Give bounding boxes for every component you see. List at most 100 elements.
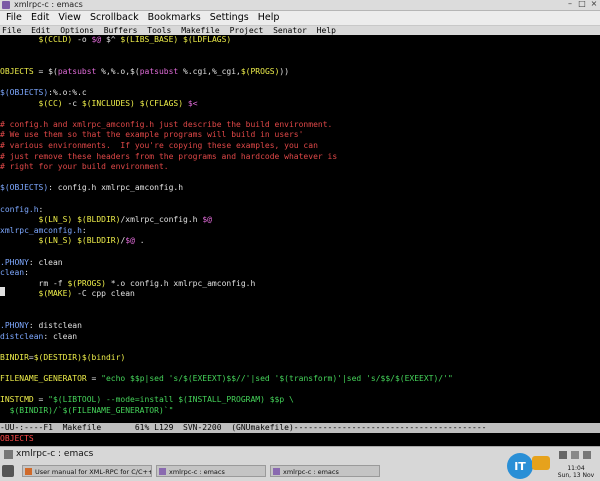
code-token: $(LIBS_BASE)	[120, 35, 179, 44]
logo-watermark: IT	[507, 453, 550, 479]
code-token: # just remove these headers from the pro…	[0, 151, 338, 161]
code-line[interactable]: $(BINDIR)/`$(FILENAME_GENERATOR)`"	[0, 406, 174, 417]
task-list: User manual for XML-RPC for C/C++ -... x…	[0, 464, 440, 479]
task-button-emacs-1[interactable]: xmlrpc-c : emacs	[156, 465, 266, 477]
tray-clipboard-icon	[583, 451, 591, 459]
code-token: $(PROGS)	[67, 278, 106, 288]
emacs-menu-makefile[interactable]: Makefile	[181, 26, 220, 35]
code-token: # config.h and xmlrpc_amconfig.h just de…	[0, 119, 333, 129]
code-token: $(OBJECTS)	[0, 183, 49, 193]
task-label: xmlrpc-c : emacs	[169, 468, 225, 476]
code-token: $(CFLAGS)	[139, 98, 184, 108]
emacs-menu-file[interactable]: File	[2, 26, 21, 35]
code-line[interactable]: # We use them so that the example progra…	[0, 130, 303, 141]
code-line[interactable]: $(CCLD) -o $@ $^ $(LIBS_BASE) $(LDFLAGS)	[0, 35, 232, 46]
active-window-label: xmlrpc-c : emacs	[16, 449, 94, 459]
code-line[interactable]: $(LN_S) $(BLDDIR)/$@ .	[0, 236, 145, 247]
code-token: OBJECTS	[0, 66, 34, 76]
window-list-icon	[4, 450, 13, 459]
code-token: $(BLDDIR)	[77, 236, 121, 246]
emacs-menu-buffers[interactable]: Buffers	[104, 26, 138, 35]
code-line[interactable]: INSTCMD = "$(LIBTOOL) --mode=install $(I…	[0, 395, 294, 406]
emacs-menu-senator[interactable]: Senator	[273, 26, 307, 35]
emacs-menubar: File Edit Options Buffers Tools Makefile…	[0, 26, 600, 35]
code-token: : clean	[28, 257, 63, 267]
task-button-emacs-2[interactable]: xmlrpc-c : emacs	[270, 465, 380, 477]
menu-help[interactable]: Help	[252, 11, 280, 25]
start-menu-icon[interactable]	[2, 465, 14, 477]
code-line[interactable]: rm -f $(PROGS) *.o config.h xmlrpc_amcon…	[0, 278, 256, 290]
code-line[interactable]: $(MAKE) -C cpp clean	[0, 289, 135, 300]
emacs-menu-tools[interactable]: Tools	[147, 26, 171, 35]
tray-network-icon	[559, 451, 567, 459]
close-icon[interactable]: ×	[590, 0, 598, 8]
code-token: -o	[72, 35, 92, 44]
code-line[interactable]: BINDIR=$(DESTDIR)$(bindir)	[0, 353, 125, 364]
code-token: .	[134, 236, 145, 246]
task-button-browser[interactable]: User manual for XML-RPC for C/C++ -...	[22, 465, 152, 477]
code-token: clean	[0, 268, 25, 278]
code-token: %.cgi,%_cgi,	[178, 66, 241, 76]
menu-scrollback[interactable]: Scrollback	[84, 11, 139, 25]
code-line[interactable]: $(OBJECTS): config.h xmlrpc_amconfig.h	[0, 183, 183, 194]
code-token: $@	[91, 35, 102, 44]
tray-volume-icon	[571, 451, 579, 459]
code-line[interactable]: clean:	[0, 268, 29, 279]
code-token: BINDIR	[0, 353, 29, 362]
code-line[interactable]: $(LN_S) $(BLDDIR)/xmlrpc_config.h $@	[0, 215, 212, 226]
code-token: $@	[202, 215, 212, 225]
code-token: /xmlrpc_config.h	[120, 215, 203, 225]
active-window-indicator[interactable]: xmlrpc-c : emacs	[0, 447, 380, 462]
code-token: : distclean	[28, 321, 82, 331]
code-line[interactable]: OBJECTS = $(patsubst %,%.o,$(patsubst %.…	[0, 67, 289, 78]
menu-file[interactable]: File	[0, 11, 22, 25]
code-token: INSTCMD	[0, 395, 34, 405]
code-token: $@	[125, 236, 135, 246]
code-token: $(MAKE)	[38, 289, 73, 299]
code-token: distclean	[0, 331, 44, 341]
code-token: -c	[62, 98, 82, 108]
code-token: ))	[279, 66, 290, 76]
task-label: xmlrpc-c : emacs	[283, 468, 339, 476]
code-line[interactable]: xmlrpc_amconfig.h:	[0, 226, 87, 237]
taskbar: xmlrpc-c : emacs User manual for XML-RPC…	[0, 446, 600, 481]
code-line[interactable]: # config.h and xmlrpc_amconfig.h just de…	[0, 120, 332, 131]
window-controls: – □ ×	[566, 0, 598, 8]
terminal-menubar: File Edit View Scrollback Bookmarks Sett…	[0, 11, 600, 26]
minimize-icon[interactable]: –	[566, 0, 574, 8]
code-token: *.o config.h xmlrpc_amconfig.h	[105, 278, 256, 288]
window-titlebar[interactable]: xmlrpc-c : emacs – □ ×	[0, 0, 600, 11]
menu-bookmarks[interactable]: Bookmarks	[142, 11, 201, 25]
code-token: $^	[101, 35, 121, 44]
code-token: $(CCLD)	[38, 35, 73, 44]
emacs-modeline: -UU-:----F1 Makefile 61% L129 SVN-2200 (…	[0, 423, 600, 433]
code-token: config.h	[0, 204, 39, 214]
clock-date: Sun, 13 Nov	[557, 472, 595, 479]
code-line[interactable]: .PHONY: clean	[0, 258, 63, 269]
code-line[interactable]: # just remove these headers from the pro…	[0, 152, 337, 163]
emacs-minibuffer[interactable]: OBJECTS	[0, 434, 600, 444]
code-line[interactable]: distclean: clean	[0, 332, 77, 343]
menu-edit[interactable]: Edit	[25, 11, 49, 25]
code-line[interactable]: # right for your build environment.	[0, 162, 169, 173]
emacs-menu-options[interactable]: Options	[60, 26, 94, 35]
code-line[interactable]: # various environments. If you're copyin…	[0, 141, 318, 152]
code-token: = $(	[33, 66, 58, 76]
system-tray	[559, 451, 591, 459]
emacs-menu-project[interactable]: Project	[230, 26, 264, 35]
menu-view[interactable]: View	[52, 11, 81, 25]
code-line[interactable]: config.h:	[0, 205, 43, 216]
code-line[interactable]: .PHONY: distclean	[0, 321, 82, 332]
code-editor-area[interactable]: $(CCLD) -o $@ $^ $(LIBS_BASE) $(LDFLAGS)…	[0, 35, 600, 422]
code-line[interactable]: FILENAME_GENERATOR = "echo $$p|sed 's/$(…	[0, 374, 453, 385]
clock[interactable]: 11:04 Sun, 13 Nov	[554, 465, 598, 479]
code-token: $(OBJECTS)	[0, 88, 49, 97]
browser-icon	[25, 468, 32, 475]
code-line[interactable]: $(CC) -c $(INCLUDES) $(CFLAGS) $<	[0, 99, 198, 110]
maximize-icon[interactable]: □	[578, 0, 586, 8]
code-line[interactable]: $(OBJECTS):%.o:%.c	[0, 88, 87, 99]
emacs-menu-edit[interactable]: Edit	[31, 26, 50, 35]
menu-settings[interactable]: Settings	[204, 11, 249, 25]
code-token: $(bindir)	[81, 353, 126, 362]
emacs-menu-help[interactable]: Help	[317, 26, 336, 35]
